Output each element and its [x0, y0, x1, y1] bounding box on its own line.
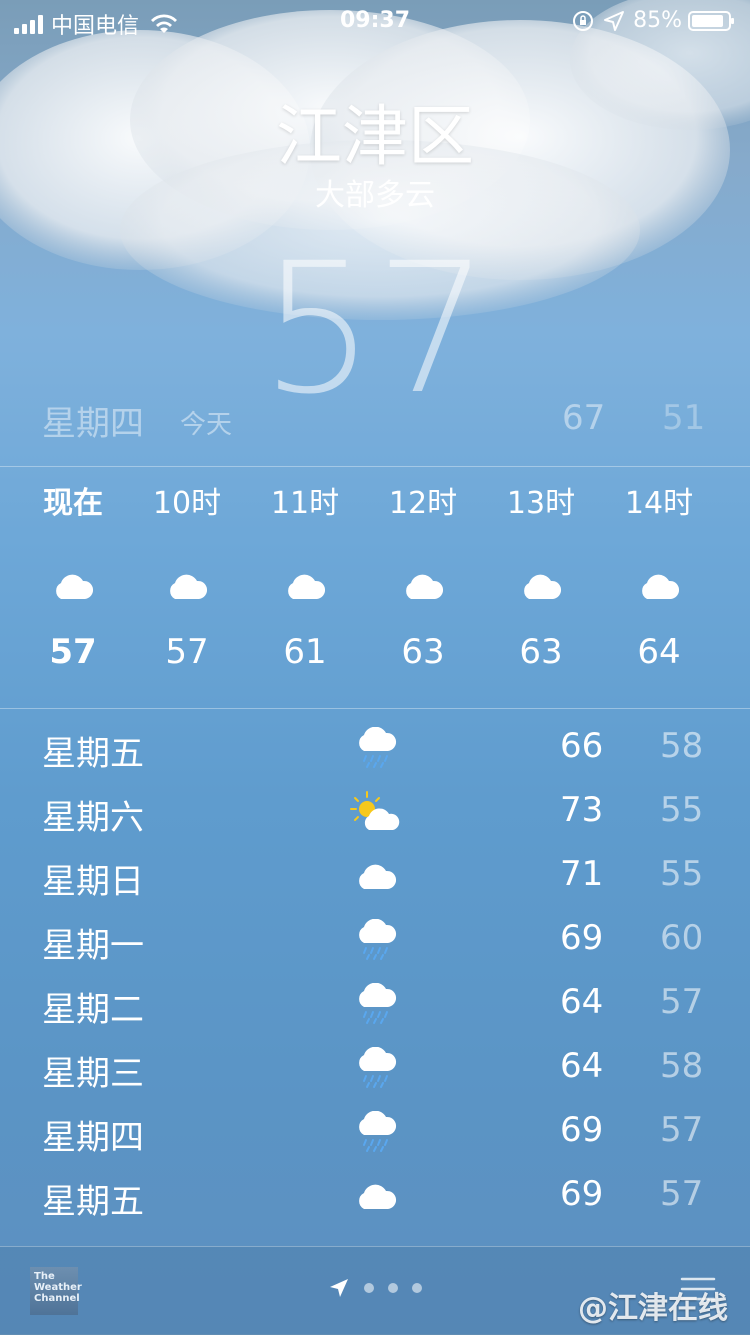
day-row: 星期二 64 57: [0, 972, 750, 1036]
sun-cloud-icon: [346, 788, 406, 836]
day-row: 星期一 69 60: [0, 908, 750, 972]
day-low: 57: [660, 982, 704, 1022]
location-arrow-icon: [604, 10, 625, 31]
day-row: 星期三 64 58: [0, 1036, 750, 1100]
today-low: 51: [662, 398, 706, 438]
day-high: 73: [560, 790, 604, 830]
today-summary: 星期四 今天 67 51: [42, 396, 708, 444]
day-low: 58: [660, 1046, 704, 1086]
page-dot: [412, 1283, 422, 1293]
cloud-icon: [128, 556, 246, 616]
hour-temp: 61: [283, 632, 327, 672]
day-high: 69: [560, 1174, 604, 1214]
divider-middle: [0, 708, 750, 709]
day-name: 星期六: [42, 798, 144, 838]
battery-percentage: 85%: [633, 8, 682, 33]
hour-item: 13时 63: [482, 468, 600, 672]
hour-temp: 63: [401, 632, 445, 672]
day-name: 星期日: [42, 862, 144, 902]
hour-time: 14时: [624, 486, 694, 521]
day-high: 64: [560, 1046, 604, 1086]
cloud-icon: [246, 556, 364, 616]
cloud-rain-icon: [346, 1044, 406, 1092]
hour-time: 11时: [270, 486, 340, 521]
day-low: 57: [660, 1110, 704, 1150]
status-right: 85%: [571, 8, 736, 33]
page-dot: [388, 1283, 398, 1293]
city-name: 江津区: [276, 98, 474, 175]
day-low: 55: [660, 854, 704, 894]
hour-temp: 57: [165, 632, 209, 672]
cloud-icon: [14, 556, 132, 616]
hour-temp: 57: [49, 632, 97, 672]
status-bar: 中国电信 09:37 85%: [0, 0, 750, 40]
day-high: 71: [560, 854, 604, 894]
current-temperature: 57: [260, 225, 490, 434]
day-row: 星期四 69 57: [0, 1100, 750, 1164]
daily-forecast[interactable]: 星期五 66 58 星期六 73 55 星期日 71 55 星期一 69 60 …: [0, 716, 750, 1246]
cloud-rain-icon: [346, 724, 406, 772]
hour-time: 13时: [506, 486, 576, 521]
cloud-rain-icon: [346, 916, 406, 964]
today-label: 今天: [180, 410, 233, 440]
cloud-icon: [364, 556, 482, 616]
day-name: 星期一: [42, 926, 144, 966]
battery-icon: [688, 10, 734, 31]
cloud-icon: [346, 1172, 406, 1220]
day-low: 55: [660, 790, 704, 830]
day-name: 星期五: [42, 1182, 144, 1222]
day-row: 星期日 71 55: [0, 844, 750, 908]
hour-item: 11时 61: [246, 468, 364, 672]
day-low: 58: [660, 726, 704, 766]
orientation-lock-icon: [573, 10, 594, 31]
watermark-text: @江津在线: [578, 1291, 728, 1326]
hour-temp: 64: [637, 632, 681, 672]
hour-item: 现在 57: [14, 468, 132, 672]
day-row: 星期五 69 57: [0, 1164, 750, 1228]
day-name: 星期二: [42, 990, 144, 1030]
cloud-rain-icon: [346, 1108, 406, 1156]
day-name: 星期四: [42, 1118, 144, 1158]
hour-temp: 63: [519, 632, 563, 672]
day-row: 星期五 66 58: [0, 716, 750, 780]
cloud-icon: [600, 556, 718, 616]
hour-time: 12时: [388, 486, 458, 521]
hourly-forecast[interactable]: 现在 57 10时 57 11时 61 12时 63 13时 63 14时 64…: [0, 468, 750, 708]
location-arrow-icon: [330, 1279, 348, 1297]
cloud-icon: [482, 556, 600, 616]
hour-item: 14时 64: [600, 468, 718, 672]
hour-item: 1: [718, 468, 750, 526]
today-day-name: 星期四: [42, 404, 144, 444]
day-low: 60: [660, 918, 704, 958]
today-high: 67: [562, 398, 606, 438]
day-name: 星期三: [42, 1054, 144, 1094]
day-high: 64: [560, 982, 604, 1022]
cloud-rain-icon: [346, 980, 406, 1028]
footer-toolbar: The Weather Channel @江津在线: [0, 1246, 750, 1335]
day-low: 57: [660, 1174, 704, 1214]
weather-condition: 大部多云: [315, 178, 435, 213]
hour-item: 12时 63: [364, 468, 482, 672]
location-header: 江津区 大部多云: [0, 92, 750, 214]
day-high: 66: [560, 726, 604, 766]
hour-item: 10时 57: [128, 468, 246, 672]
divider-top: [0, 466, 750, 467]
hour-time: 1: [718, 482, 750, 526]
hour-time: 现在: [43, 486, 103, 521]
hour-time: 10时: [152, 486, 222, 521]
day-high: 69: [560, 918, 604, 958]
page-dot: [364, 1283, 374, 1293]
day-name: 星期五: [42, 734, 144, 774]
day-row: 星期六 73 55: [0, 780, 750, 844]
day-high: 69: [560, 1110, 604, 1150]
cloud-icon: [346, 852, 406, 900]
